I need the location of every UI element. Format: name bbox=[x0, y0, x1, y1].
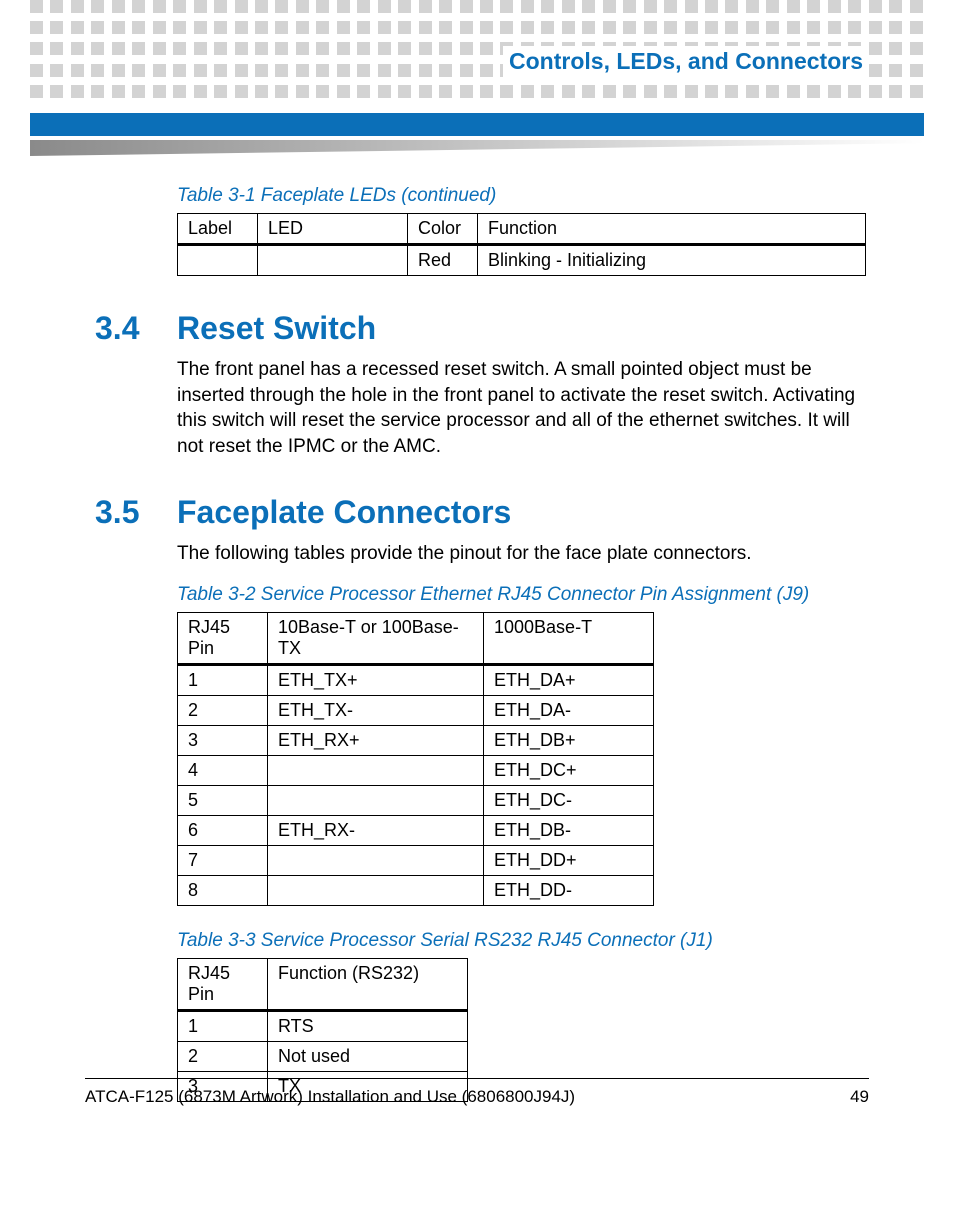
th-pin: RJ45 Pin bbox=[178, 613, 268, 665]
th-function: Function (RS232) bbox=[268, 959, 468, 1011]
cell: ETH_DA- bbox=[484, 696, 654, 726]
th-label: Label bbox=[178, 214, 258, 245]
table-header-row: Label LED Color Function bbox=[178, 214, 866, 245]
table-header-row: RJ45 Pin Function (RS232) bbox=[178, 959, 468, 1011]
table-3-1-caption: Table 3-1 Faceplate LEDs (continued) bbox=[177, 185, 869, 207]
cell: ETH_RX+ bbox=[268, 726, 484, 756]
cell-function: Blinking - Initializing bbox=[478, 245, 866, 276]
section-3-5-body: The following tables provide the pinout … bbox=[177, 541, 869, 567]
cell: 6 bbox=[178, 816, 268, 846]
section-3-5-heading: 3.5 Faceplate Connectors bbox=[95, 494, 869, 531]
th-pin: RJ45 Pin bbox=[178, 959, 268, 1011]
cell: 1 bbox=[178, 665, 268, 696]
cell: 5 bbox=[178, 786, 268, 816]
cell: ETH_TX- bbox=[268, 696, 484, 726]
cell: ETH_DB+ bbox=[484, 726, 654, 756]
cell: ETH_DD+ bbox=[484, 846, 654, 876]
section-title: Reset Switch bbox=[177, 310, 376, 347]
th-1000base: 1000Base-T bbox=[484, 613, 654, 665]
table-row: 2Not used bbox=[178, 1042, 468, 1072]
section-number: 3.4 bbox=[95, 310, 177, 347]
table-row: 4 ETH_DC+ bbox=[178, 756, 654, 786]
cell: ETH_DB- bbox=[484, 816, 654, 846]
section-3-4-body: The front panel has a recessed reset swi… bbox=[177, 357, 869, 460]
table-3-2-caption: Table 3-2 Service Processor Ethernet RJ4… bbox=[177, 584, 869, 606]
table-row: Red Blinking - Initializing bbox=[178, 245, 866, 276]
cell: 1 bbox=[178, 1011, 268, 1042]
cell bbox=[268, 846, 484, 876]
table-row: 1ETH_TX+ETH_DA+ bbox=[178, 665, 654, 696]
table-row: 7 ETH_DD+ bbox=[178, 846, 654, 876]
cell: 4 bbox=[178, 756, 268, 786]
cell: 2 bbox=[178, 696, 268, 726]
th-10base: 10Base-T or 100Base-TX bbox=[268, 613, 484, 665]
cell: ETH_DC+ bbox=[484, 756, 654, 786]
cell: ETH_DC- bbox=[484, 786, 654, 816]
cell: ETH_RX- bbox=[268, 816, 484, 846]
cell: 3 bbox=[178, 726, 268, 756]
page-footer: ATCA-F125 (6873M Artwork) Installation a… bbox=[85, 1078, 869, 1107]
cell bbox=[268, 786, 484, 816]
table-row: 8 ETH_DD- bbox=[178, 876, 654, 906]
cell: ETH_DA+ bbox=[484, 665, 654, 696]
cell-color: Red bbox=[408, 245, 478, 276]
cell: RTS bbox=[268, 1011, 468, 1042]
table-row: 6ETH_RX-ETH_DB- bbox=[178, 816, 654, 846]
table-3-3-caption: Table 3-3 Service Processor Serial RS232… bbox=[177, 930, 869, 952]
footer-doc-title: ATCA-F125 (6873M Artwork) Installation a… bbox=[85, 1087, 575, 1107]
th-function: Function bbox=[478, 214, 866, 245]
section-number: 3.5 bbox=[95, 494, 177, 531]
table-header-row: RJ45 Pin 10Base-T or 100Base-TX 1000Base… bbox=[178, 613, 654, 665]
table-row: 2ETH_TX-ETH_DA- bbox=[178, 696, 654, 726]
section-3-4-heading: 3.4 Reset Switch bbox=[95, 310, 869, 347]
th-led: LED bbox=[258, 214, 408, 245]
cell: Not used bbox=[268, 1042, 468, 1072]
cell: ETH_DD- bbox=[484, 876, 654, 906]
table-row: 3ETH_RX+ETH_DB+ bbox=[178, 726, 654, 756]
th-color: Color bbox=[408, 214, 478, 245]
section-title: Faceplate Connectors bbox=[177, 494, 511, 531]
table-row: 1RTS bbox=[178, 1011, 468, 1042]
cell-led bbox=[258, 245, 408, 276]
content-area: Table 3-1 Faceplate LEDs (continued) Lab… bbox=[0, 0, 954, 1206]
table-3-2: RJ45 Pin 10Base-T or 100Base-TX 1000Base… bbox=[177, 612, 654, 906]
cell bbox=[268, 876, 484, 906]
table-row: 5 ETH_DC- bbox=[178, 786, 654, 816]
page: Controls, LEDs, and Connectors Table 3-1… bbox=[0, 0, 954, 1145]
cell: ETH_TX+ bbox=[268, 665, 484, 696]
cell bbox=[268, 756, 484, 786]
table-3-1: Label LED Color Function Red Blinking - … bbox=[177, 213, 866, 276]
cell: 7 bbox=[178, 846, 268, 876]
cell: 8 bbox=[178, 876, 268, 906]
cell: 2 bbox=[178, 1042, 268, 1072]
cell-label bbox=[178, 245, 258, 276]
footer-page-number: 49 bbox=[850, 1087, 869, 1107]
